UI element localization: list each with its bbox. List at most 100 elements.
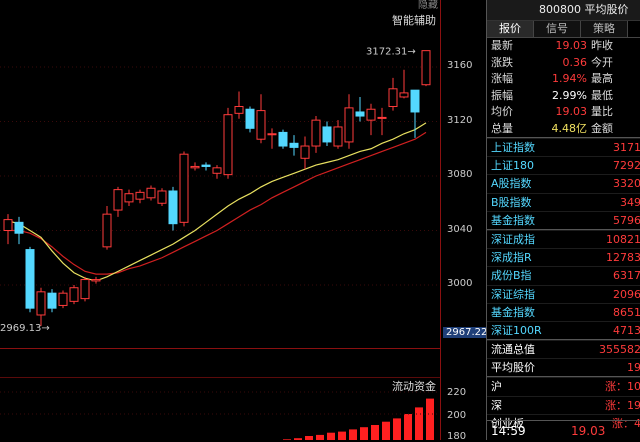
kline-chart-area[interactable]: 3172.31→ 2969.13→ 智能辅助 隐藏 流动资金 3160 3120 … [0, 0, 491, 442]
tab-strategy[interactable]: 策略 [581, 21, 628, 37]
index-value: 8651 [613, 305, 640, 319]
quote-value: 2.99% [552, 88, 587, 102]
flow-bar [349, 429, 357, 440]
quote-key: 总量 [491, 121, 513, 135]
index-row[interactable]: 平均股价 19 [487, 358, 640, 376]
index-value: 4713 [613, 323, 640, 337]
index-name: 基金指数 [491, 305, 535, 319]
index-value: 19 [627, 361, 640, 375]
index-value: 10821 [606, 232, 640, 246]
quote-key: 均价 [491, 105, 513, 118]
candle-body [80, 279, 90, 300]
quote-key2: 量比 [591, 105, 613, 118]
flow-bar [338, 431, 346, 440]
candlestick-chart[interactable]: 3172.31→ 2969.13→ [0, 0, 440, 440]
index-row[interactable]: 深证综指 2096 [487, 284, 640, 303]
candle-body [322, 126, 332, 143]
quote-key2: 最高 [591, 72, 613, 85]
candle-body [245, 108, 255, 129]
quote-key2: 今开 [591, 55, 613, 69]
ma-red-line [8, 131, 427, 275]
candle-body [256, 110, 266, 140]
index-value: 7292 [613, 159, 640, 173]
candle-body [333, 126, 343, 147]
candle-body [190, 165, 200, 169]
index-row[interactable]: 沪 涨：10 [487, 377, 640, 395]
index-name: A股指数 [491, 177, 532, 191]
flow-bar [382, 421, 390, 440]
candle-body [91, 279, 101, 282]
flow-bar [305, 436, 313, 440]
index-name: 深成指R [491, 251, 532, 265]
index-row[interactable]: 深成指R 12783 [487, 248, 640, 266]
index-value: 3171 [613, 141, 640, 154]
candle-body [135, 191, 145, 200]
flow-bar [404, 414, 412, 440]
index-name: 上证180 [491, 159, 534, 173]
index-row[interactable]: 上证指数 3171 [487, 138, 640, 156]
quote-panel: 800800 平均股价 报价 信号 策略 最新 19.03 昨收 涨跌 0.36 今开 涨幅… [486, 0, 640, 440]
index-row[interactable]: 基金指数 8651 [487, 302, 640, 321]
index-row[interactable]: 深证100R 4713 [487, 320, 640, 339]
candle-body [3, 219, 13, 232]
quote-row: 涨跌 0.36 今开 [487, 55, 640, 72]
ma-yellow-line [7, 122, 427, 282]
index-row[interactable]: 深 涨：19 [487, 395, 640, 414]
quote-row: 均价 19.03 量比 [487, 104, 640, 121]
candle-body [223, 114, 233, 176]
sz-indices-list: 深证成指 10821 深成指R 12783 成份B指 6317 深证综指 2096 基金指数 86… [487, 228, 640, 339]
candle-body [146, 187, 156, 199]
candle-body [410, 89, 420, 113]
index-name: 成份B指 [491, 269, 532, 283]
candle-body [289, 142, 299, 148]
quote-row: 最新 19.03 昨收 [487, 38, 640, 55]
candle-body [311, 119, 321, 147]
candle-body [113, 189, 123, 211]
axis-tick: 3160 [447, 60, 473, 71]
hide-label[interactable]: 隐藏 [418, 0, 438, 11]
index-row[interactable]: 成份B指 6317 [487, 266, 640, 284]
index-row[interactable]: A股指数 3320 [487, 174, 640, 192]
candle-body [278, 131, 288, 147]
tab-signal[interactable]: 信号 [534, 21, 581, 37]
stock-title: 800800 平均股价 [487, 0, 640, 21]
index-value: 涨：10 [605, 380, 640, 394]
quote-key2: 昨收 [591, 39, 613, 52]
flow-bar [371, 425, 379, 440]
candle-body [212, 167, 222, 174]
panel-tabs: 报价 信号 策略 [487, 21, 640, 38]
sub-axis-tick: 220 [447, 387, 467, 398]
index-row[interactable]: 上证180 7292 [487, 156, 640, 174]
candle-body [421, 50, 431, 86]
tab-quote[interactable]: 报价 [487, 21, 534, 37]
chart-divider [0, 348, 440, 349]
candle-body [47, 292, 57, 309]
index-row[interactable]: B股指数 349 [487, 192, 640, 211]
high-marker: 3172.31→ [366, 47, 416, 58]
index-value: 涨：19 [605, 398, 640, 412]
index-name: 深证100R [491, 323, 542, 337]
index-name: 深证综指 [491, 287, 535, 301]
index-row[interactable]: 深证成指 10821 [487, 229, 640, 248]
quote-key2: 最低 [591, 88, 613, 102]
smart-assist-label[interactable]: 智能辅助 [392, 12, 436, 28]
sub-axis-tick: 180 [447, 431, 467, 442]
stats-list: 流通总值 355582 平均股价 19 [487, 339, 640, 376]
quote-value: 19.03 [555, 105, 588, 118]
sub-chart-divider [0, 377, 440, 378]
index-name: 流通总值 [491, 343, 535, 357]
flow-bar [426, 398, 434, 440]
index-name: B股指数 [491, 195, 532, 209]
axis-tick: 3000 [447, 278, 473, 289]
candle-body [377, 116, 387, 119]
flow-bar [327, 432, 335, 440]
quote-value: 1.94% [552, 72, 587, 85]
quote-key: 涨幅 [491, 72, 513, 85]
index-name: 深 [491, 398, 502, 412]
candle-body [36, 291, 46, 316]
index-row[interactable]: 基金指数 5796 [487, 210, 640, 229]
flow-bar [360, 427, 368, 440]
quote-rows: 最新 19.03 昨收 涨跌 0.36 今开 涨幅 1.94% 最高 振幅 2.99% 最低 均价 19.… [487, 38, 640, 137]
quote-key2: 金额 [591, 121, 613, 135]
index-row[interactable]: 流通总值 355582 [487, 340, 640, 358]
